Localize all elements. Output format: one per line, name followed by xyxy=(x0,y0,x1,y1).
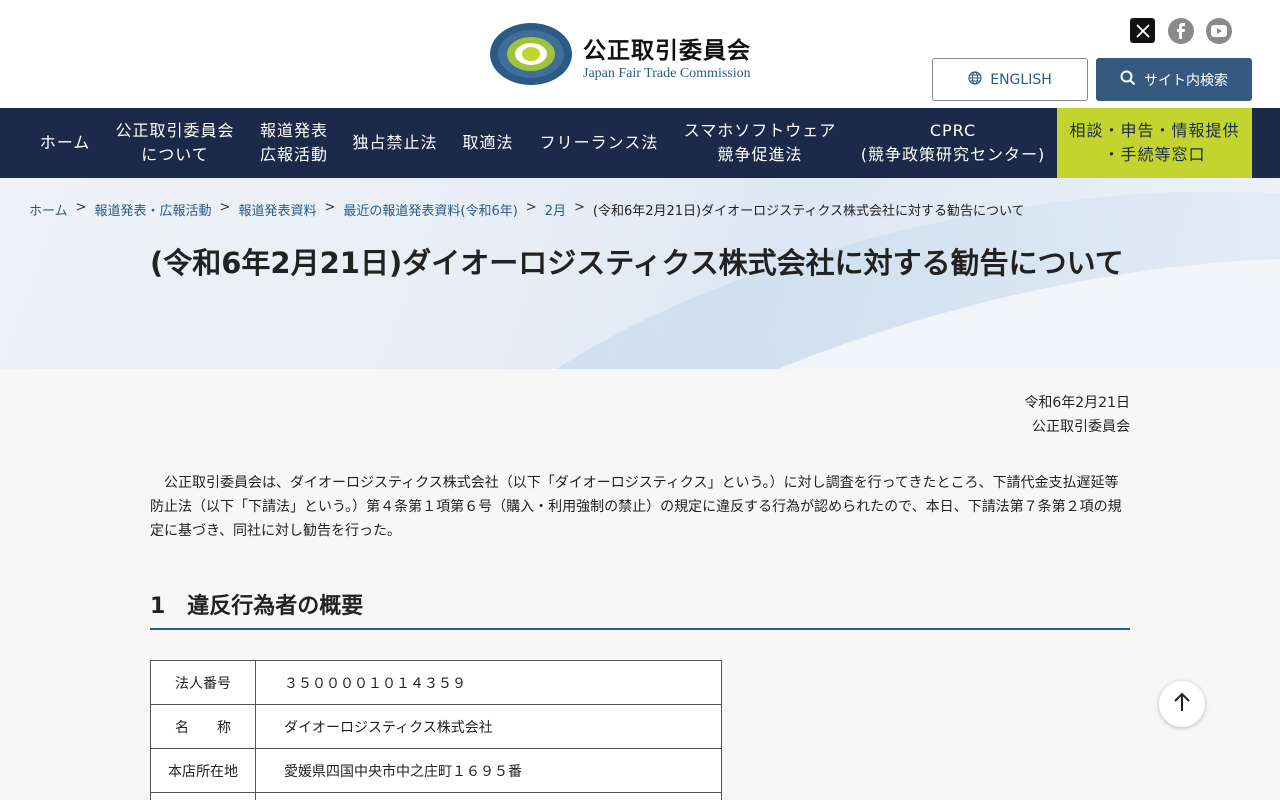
nav-item-press[interactable]: 報道発表 広報活動 xyxy=(252,108,336,178)
nav-item-cprc[interactable]: CPRC (競争政策研究センター) xyxy=(854,108,1052,178)
breadcrumb-separator: > xyxy=(324,200,336,215)
globe-icon xyxy=(968,70,982,89)
release-date: 令和6年2月21日 xyxy=(1024,395,1130,411)
search-label: サイト内検索 xyxy=(1144,72,1228,89)
breadcrumb-separator: > xyxy=(219,200,231,215)
x-icon[interactable] xyxy=(1130,18,1155,43)
lead-paragraph: 公正取引委員会は、ダイオーロジスティクス株式会社（以下「ダイオーロジスティクス」… xyxy=(150,475,1122,539)
violator-info-table: 法人番号 ３５００００１０１４３５９ 名 称 ダイオーロジスティクス株式会社 本… xyxy=(150,660,722,800)
table-label-corporate-number: 法人番号 xyxy=(150,660,256,705)
site-header: 公正取引委員会 Japan Fair Trade Commission ENGL… xyxy=(0,0,1280,108)
table-value-next xyxy=(255,792,722,800)
release-issuer: 公正取引委員会 xyxy=(1032,419,1130,435)
nav-item-home[interactable]: ホーム xyxy=(30,108,100,178)
arrow-up-icon xyxy=(1173,692,1191,716)
page-title: (令和6年2月21日)ダイオーロジスティクス株式会社に対する勧告について xyxy=(150,246,1124,280)
table-label-name: 名 称 xyxy=(150,704,256,749)
breadcrumb-separator: > xyxy=(573,200,585,215)
breadcrumb-february[interactable]: 2月 xyxy=(545,200,566,219)
jftc-logo-icon[interactable] xyxy=(489,22,573,86)
section-heading: 1 違反行為者の概要 xyxy=(150,594,364,619)
table-label-next xyxy=(150,792,256,800)
breadcrumb-press-releases[interactable]: 報道発表資料 xyxy=(238,200,316,219)
main-nav: ホーム 公正取引委員会 について 報道発表 広報活動 独占禁止法 取適法 フリー… xyxy=(0,108,1280,178)
search-icon xyxy=(1120,70,1136,90)
breadcrumb-separator: > xyxy=(75,200,87,215)
table-row xyxy=(150,792,722,800)
table-row: 法人番号 ３５００００１０１４３５９ xyxy=(150,660,722,705)
nav-item-subcontract[interactable]: 取適法 xyxy=(454,108,522,178)
site-search-button[interactable]: サイト内検索 xyxy=(1096,58,1252,101)
table-value-address: 愛媛県四国中央市中之庄町１６９５番 xyxy=(255,748,722,793)
back-to-top-button[interactable] xyxy=(1159,681,1205,727)
english-label: ENGLISH xyxy=(990,71,1052,88)
release-meta: 令和6年2月21日 公正取引委員会 xyxy=(900,391,1130,439)
nav-item-consult[interactable]: 相談・申告・情報提供 ・手続等窓口 xyxy=(1057,108,1252,178)
breadcrumb-home[interactable]: ホーム xyxy=(29,200,68,219)
nav-item-freelance[interactable]: フリーランス法 xyxy=(532,108,666,178)
facebook-icon[interactable] xyxy=(1168,18,1194,44)
site-logo-title[interactable]: 公正取引委員会 xyxy=(583,31,751,65)
breadcrumb-separator: > xyxy=(525,200,537,215)
breadcrumb: ホーム > 報道発表・広報活動 > 報道発表資料 > 最近の報道発表資料(令和6… xyxy=(29,200,1025,219)
nav-item-about[interactable]: 公正取引委員会 について xyxy=(108,108,242,178)
table-label-address: 本店所在地 xyxy=(150,748,256,793)
breadcrumb-press[interactable]: 報道発表・広報活動 xyxy=(95,200,212,219)
table-row: 名 称 ダイオーロジスティクス株式会社 xyxy=(150,704,722,749)
section-divider xyxy=(150,628,1130,630)
youtube-icon[interactable] xyxy=(1206,18,1232,44)
breadcrumb-current: (令和6年2月21日)ダイオーロジスティクス株式会社に対する勧告について xyxy=(592,204,1025,219)
table-row: 本店所在地 愛媛県四国中央市中之庄町１６９５番 xyxy=(150,748,722,793)
nav-item-antimonopoly[interactable]: 独占禁止法 xyxy=(346,108,444,178)
nav-item-smartphone[interactable]: スマホソフトウェア 競争促進法 xyxy=(676,108,844,178)
site-logo-subtitle[interactable]: Japan Fair Trade Commission xyxy=(583,66,751,82)
english-button[interactable]: ENGLISH xyxy=(932,58,1088,101)
table-value-name: ダイオーロジスティクス株式会社 xyxy=(255,704,722,749)
breadcrumb-recent-r6[interactable]: 最近の報道発表資料(令和6年) xyxy=(343,200,517,219)
table-value-corporate-number: ３５００００１０１４３５９ xyxy=(255,660,722,705)
